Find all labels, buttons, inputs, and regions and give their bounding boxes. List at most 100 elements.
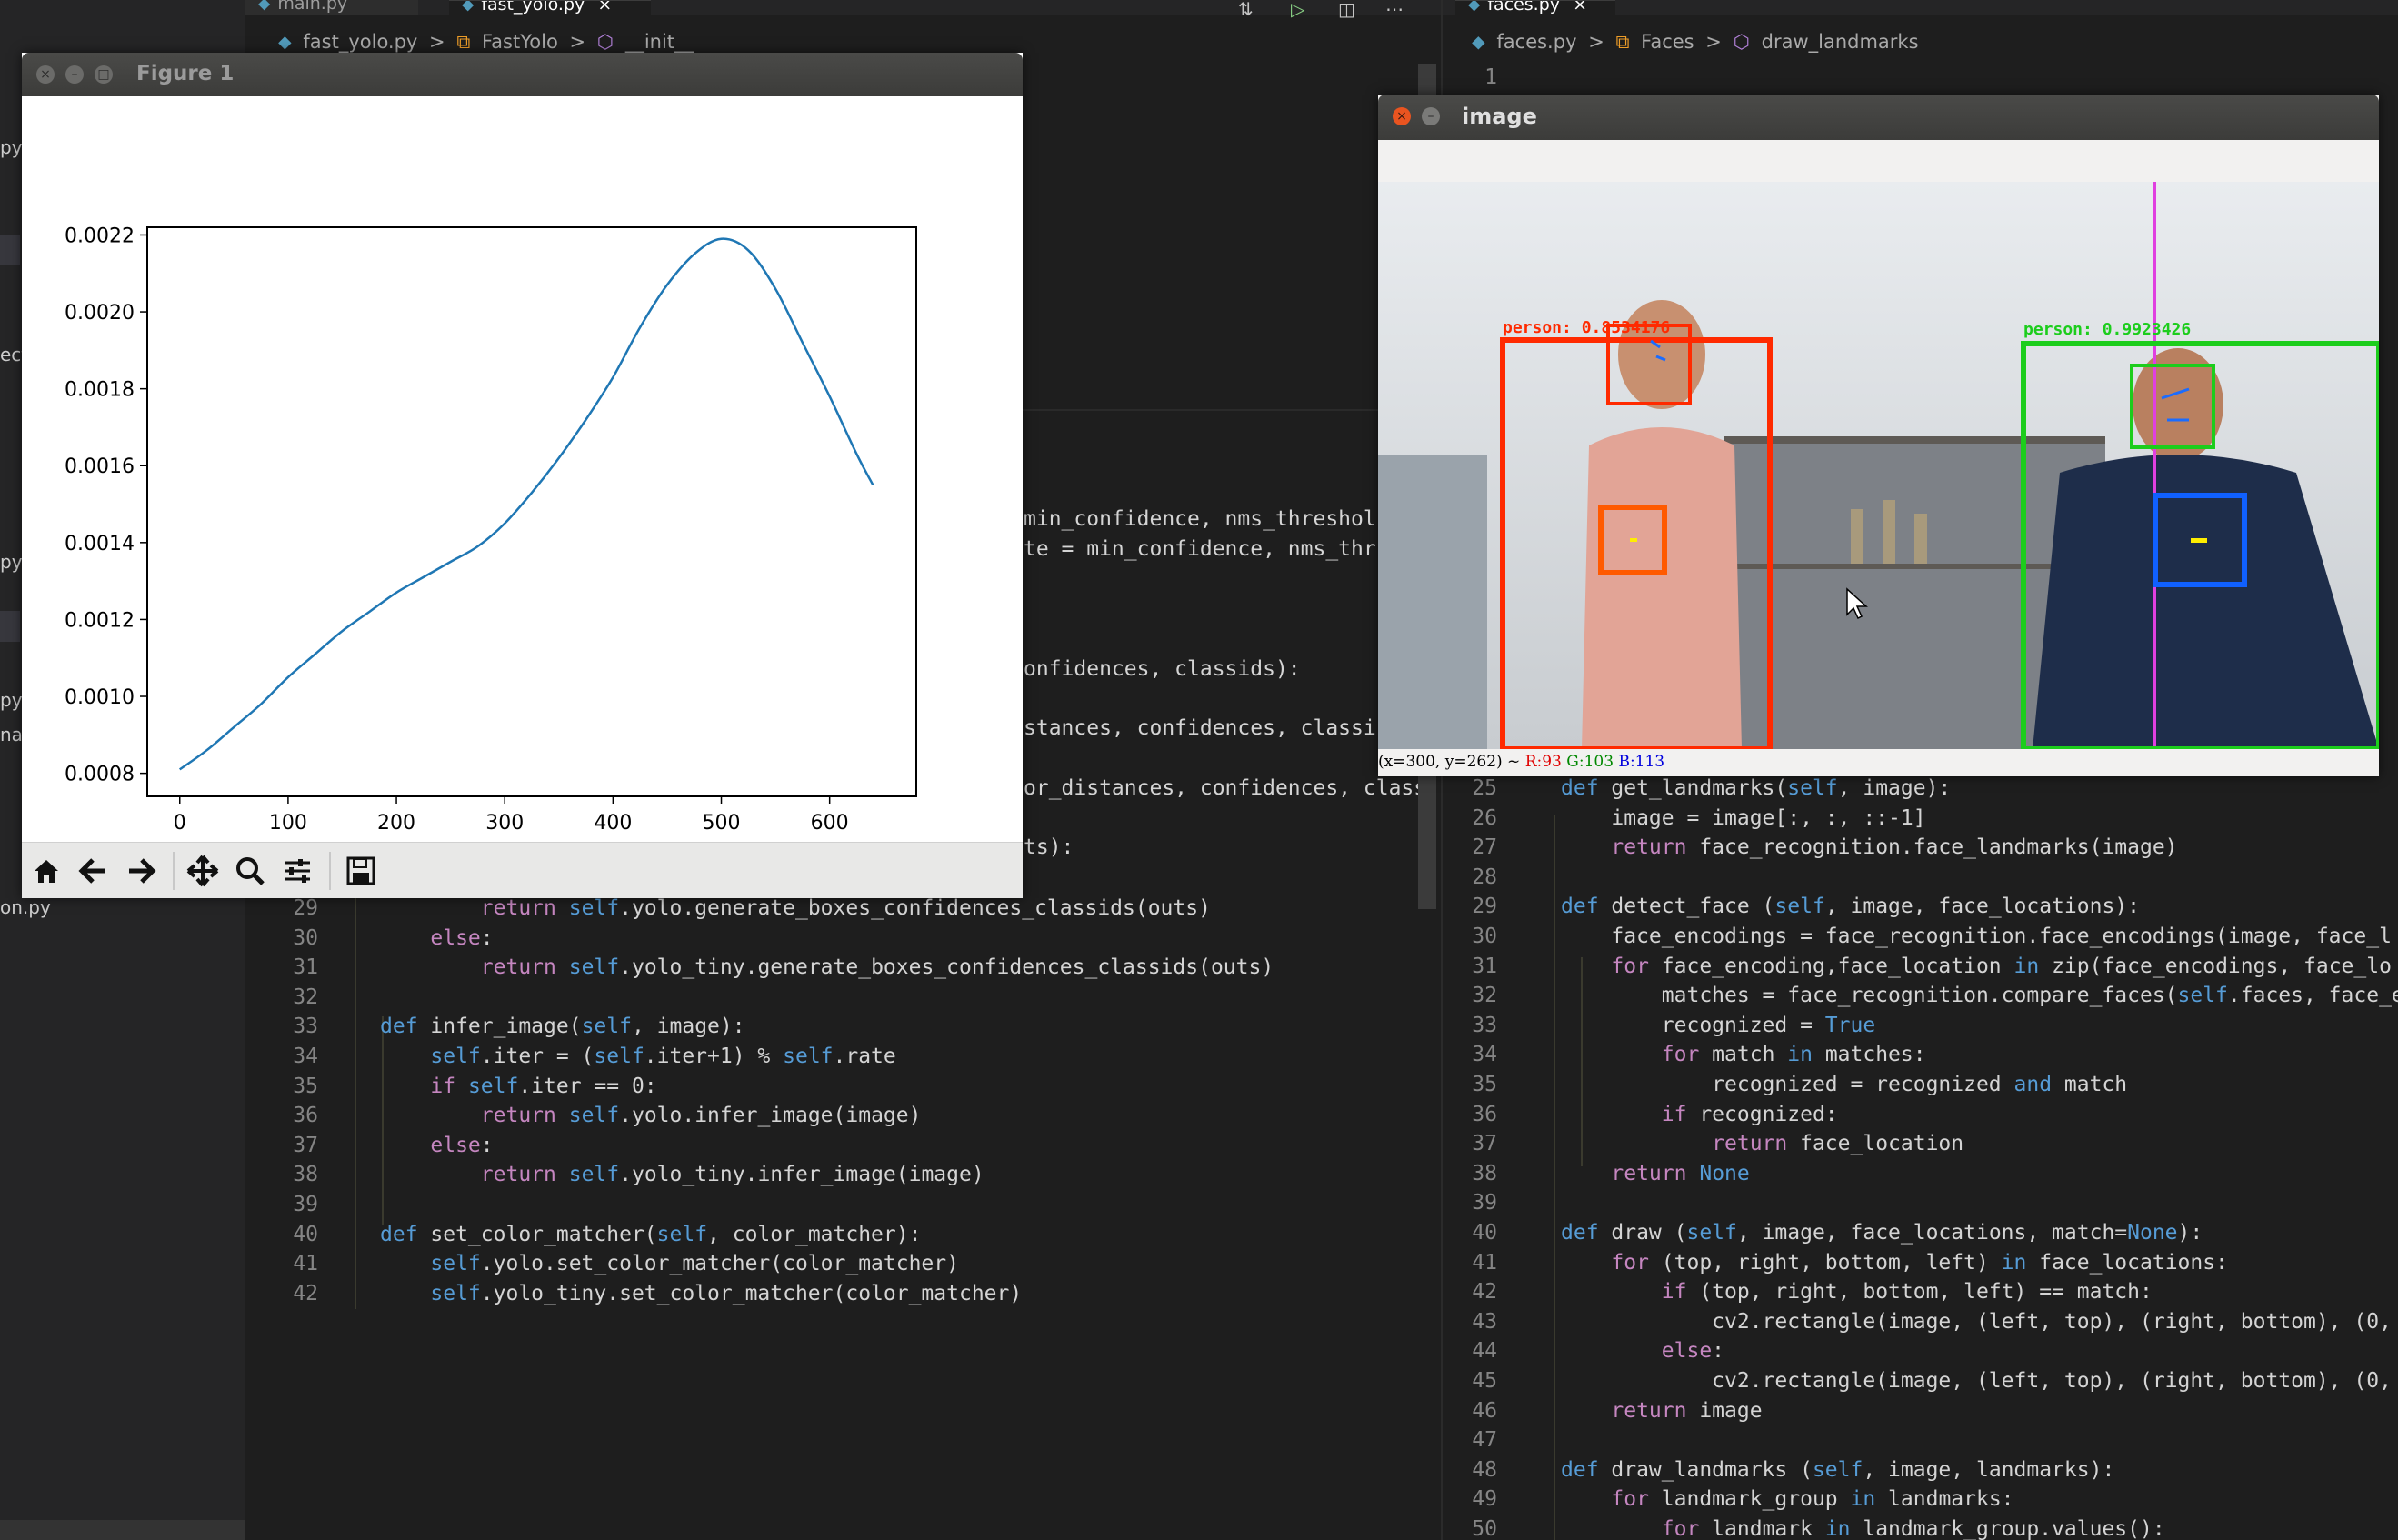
torso-marker (1630, 538, 1637, 542)
sidebar-item[interactable]: na (0, 724, 23, 745)
image-titlebar[interactable]: × – image (1378, 95, 2379, 140)
code-line: else: (430, 1133, 494, 1157)
detection-label: person: 0.8534176 (1503, 318, 1670, 337)
sidebar-highlight (0, 611, 20, 642)
camera-frame[interactable]: person: 0.8534176 person: 0.9923426 (1378, 182, 2379, 749)
tab-close-icon[interactable]: × (597, 1, 612, 15)
sidebar-item[interactable]: py (0, 136, 23, 158)
sidebar-highlight (0, 235, 20, 265)
sidebar-item[interactable]: py (0, 689, 23, 711)
breadcrumb-method[interactable]: draw_landmarks (1762, 31, 1919, 53)
code-line-partial: min_confidence, nms_threshol (1024, 507, 1376, 531)
run-icon[interactable]: ▷ (1291, 0, 1304, 20)
minimize-window-icon[interactable]: – (65, 65, 84, 84)
line-number: 29 (1472, 895, 1497, 919)
plot-toolbar (22, 842, 1023, 898)
y-tick-label: 0.0010 (65, 686, 135, 709)
code-line: return self.yolo_tiny.infer_image(image) (480, 1163, 984, 1187)
breadcrumb: ⬥ faces.py > ⧉ Faces > ⬡ draw_landmarks (1472, 31, 2398, 64)
pan-icon[interactable] (182, 850, 224, 892)
blue-value: B:113 (1618, 753, 1665, 771)
configure-subplots-icon[interactable] (276, 850, 318, 892)
close-window-icon[interactable]: × (36, 65, 55, 84)
split-editor-icon[interactable]: ◫ (1338, 0, 1355, 20)
breadcrumb-separator: > (429, 31, 445, 53)
tab-label: faces.py (1487, 0, 1561, 15)
tab-faces-py[interactable]: ⬥ faces.py × (1455, 0, 1615, 15)
figure-titlebar[interactable]: × – □ Figure 1 (22, 53, 1023, 96)
sidebar-item[interactable]: on.py (0, 896, 51, 918)
back-icon[interactable] (73, 850, 115, 892)
save-icon[interactable] (340, 850, 382, 892)
code-line: def infer_image(self, image): (380, 1015, 745, 1039)
maximize-window-icon[interactable]: □ (95, 65, 113, 84)
line-number: 38 (1472, 1161, 1497, 1185)
python-file-icon: ⬥ (1472, 31, 1485, 53)
python-file-icon: ⬥ (258, 0, 271, 14)
code-line: for (top, right, bottom, left) in face_l… (1611, 1250, 2228, 1275)
line-number: 43 (1472, 1309, 1497, 1334)
code-line-partial: ts): (1024, 835, 1074, 859)
tab-close-icon[interactable]: × (1573, 1, 1587, 15)
tab-fast-yolo-py[interactable]: ⬥ fast_yolo.py × (449, 0, 651, 15)
compare-changes-icon[interactable]: ⇅ (1238, 0, 1254, 20)
home-icon[interactable] (25, 850, 67, 892)
line-number: 42 (1472, 1280, 1497, 1305)
window-title: image (1462, 104, 1537, 129)
plot-canvas[interactable]: 0 100 200 300 400 500 600 0.0008 0.0010 0.0012 0.0… (22, 96, 1023, 842)
code-line: if recognized: (1661, 1102, 1838, 1126)
line-number: 37 (293, 1133, 318, 1157)
line-number: 25 (1472, 776, 1497, 800)
left-tab-bar: ⬥ main.py ⬥ fast_yolo.py × ⇅ ▷ ◫ ⋯ (245, 0, 1441, 20)
line-number: 44 (1472, 1339, 1497, 1364)
sidebar-item[interactable]: py (0, 551, 23, 573)
minimize-window-icon[interactable]: – (1422, 107, 1440, 125)
line-number: 38 (293, 1163, 318, 1187)
forward-icon[interactable] (120, 850, 162, 892)
zoom-icon[interactable] (229, 850, 271, 892)
more-actions-icon[interactable]: ⋯ (1385, 0, 1404, 20)
line-number: 42 (293, 1281, 318, 1305)
cabinet-shelf (1724, 436, 2105, 444)
line-number: 41 (293, 1252, 318, 1276)
sidebar-scrollbar[interactable] (0, 1520, 245, 1540)
figure-window[interactable]: × – □ Figure 1 0 100 200 300 400 500 600 0.0008… (22, 53, 1023, 898)
image-window[interactable]: × – image person: 0.8534176 person: 0.99… (1378, 95, 2379, 776)
tab-main-py[interactable]: ⬥ main.py (245, 0, 418, 15)
close-window-icon[interactable]: × (1393, 107, 1411, 125)
code-line: def draw_landmarks (self, image, landmar… (1561, 1457, 2115, 1482)
code-line: self.iter = (self.iter+1) % self.rate (430, 1045, 896, 1068)
breadcrumb-file[interactable]: faces.py (1496, 31, 1576, 53)
breadcrumb-class[interactable]: Faces (1641, 31, 1694, 53)
line-number: 26 (1472, 805, 1497, 830)
window-frame (1378, 455, 1487, 749)
center-line (2153, 182, 2156, 749)
y-tick-label: 0.0008 (65, 764, 135, 786)
code-line: def detect_face (self, image, face_locat… (1561, 895, 2140, 919)
line-number: 34 (1472, 1043, 1497, 1067)
breadcrumb-class[interactable]: FastYolo (482, 31, 558, 53)
detection-image: person: 0.8534176 person: 0.9923426 (1378, 182, 2379, 749)
pixel-status-bar: (x=300, y=262) ~ R:93 G:103 B:113 (1378, 753, 1664, 776)
code-line: def draw (self, image, face_locations, m… (1561, 1221, 2203, 1245)
x-tick-label: 0 (174, 812, 186, 835)
python-file-icon: ⬥ (1468, 0, 1481, 15)
code-line: recognized = True (1561, 1013, 1876, 1037)
tab-label: fast_yolo.py (481, 0, 585, 15)
class-icon: ⧉ (456, 31, 471, 53)
green-value: G:103 (1566, 753, 1614, 771)
person-face (1618, 300, 1705, 409)
line-number: 34 (293, 1045, 318, 1068)
code-line-partial: stances, confidences, classi (1024, 716, 1376, 740)
breadcrumb-file[interactable]: fast_yolo.py (303, 31, 417, 53)
method-icon: ⬡ (596, 31, 614, 53)
code-line-partial: or_distances, confidences, class (1024, 776, 1427, 800)
right-tab-bar: ⬥ faces.py × (1443, 0, 2398, 15)
code-line: def get_landmarks(self, image): (1561, 776, 1952, 800)
breadcrumb-method[interactable]: __init__ (625, 31, 694, 53)
line-number: 32 (1472, 984, 1497, 1008)
line-chart: 0 100 200 300 400 500 600 0.0008 0.0010 0.0012 0.0… (65, 225, 917, 835)
series-line-0 (178, 237, 874, 771)
line-number: 37 (1472, 1132, 1497, 1156)
line-number: 33 (1472, 1013, 1497, 1037)
